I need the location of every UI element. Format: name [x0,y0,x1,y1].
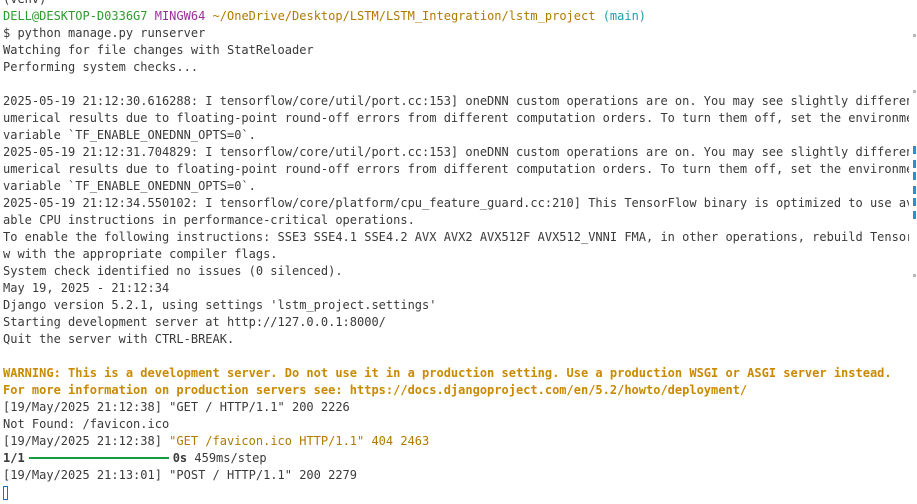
request-log-line: [19/May/2025 21:12:38] "GET / HTTP/1.1" … [3,400,350,414]
progress-rate: 459ms/step [194,451,267,465]
request-log-line: [19/May/2025 21:12:38] "GET /favicon.ico… [3,433,909,450]
terminal-output[interactable]: (venv) DELL@DESKTOP-D0336G7 MINGW64 ~/On… [3,0,909,501]
output-line: Django version 5.2.1, using settings 'ls… [3,298,437,312]
prompt-user-host: DELL@DESKTOP-D0336G7 [3,9,148,23]
progress-count: 1/1 [3,451,25,465]
output-line: 2025-05-19 21:12:34.550102: I tensorflow… [3,196,909,210]
scroll-marker [913,198,916,206]
output-line: Watching for file changes with StatReloa… [3,43,314,57]
scroll-marker [913,160,916,168]
output-line: System check identified no issues (0 sil… [3,264,343,278]
progress-bar [28,456,169,459]
scroll-marker [913,186,916,194]
cursor-line [3,484,909,501]
output-line: 2025-05-19 21:12:30.616288: I tensorflow… [3,94,909,108]
output-line: umerical results due to floating-point r… [3,111,909,125]
prompt-shell: MINGW64 [154,9,206,23]
command-line: $ python manage.py runserver [3,26,206,40]
scroll-marker [913,34,916,37]
shell-prompt: DELL@DESKTOP-D0336G7 MINGW64 ~/OneDrive/… [3,8,909,25]
output-line: Performing system checks... [3,60,199,74]
venv-line: (venv) [3,0,909,8]
output-line: 2025-05-19 21:12:31.704829: I tensorflow… [3,145,909,159]
output-line: able CPU instructions in performance-cri… [3,213,415,227]
output-line: umerical results due to floating-point r… [3,162,909,176]
scroll-marker [913,90,916,93]
output-line: May 19, 2025 - 21:12:34 [3,281,170,295]
progress-line: 1/1 0s 459ms/step [3,450,909,467]
output-line: w with the appropriate compiler flags. [3,247,278,261]
not-found-line: Not Found: /favicon.ico [3,417,170,431]
scroll-marker [913,274,916,277]
scroll-marker [913,211,916,219]
output-line: To enable the following instructions: SS… [3,230,909,244]
output-line: variable `TF_ENABLE_ONEDNN_OPTS=0`. [3,179,256,193]
progress-time: 0s [172,451,188,465]
output-line: Starting development server at http://12… [3,315,386,329]
request-log-line: [19/May/2025 21:13:01] "POST / HTTP/1.1"… [3,468,358,482]
text-cursor [3,485,8,500]
scroll-marker [913,146,916,154]
scroll-marker [913,172,916,180]
request-timestamp: [19/May/2025 21:12:38] [3,434,170,448]
warning-info-line: For more information on production serve… [3,383,748,397]
warning-line: WARNING: This is a development server. D… [3,366,892,380]
prompt-branch: (main) [602,9,647,23]
prompt-path: ~/OneDrive/Desktop/LSTM/LSTM_Integration… [212,9,596,23]
scrollbar-markers[interactable] [912,0,916,504]
output-line: variable `TF_ENABLE_ONEDNN_OPTS=0`. [3,128,256,142]
request-404-status: "GET /favicon.ico HTTP/1.1" 404 2463 [169,434,430,448]
output-line: Quit the server with CTRL-BREAK. [3,332,235,346]
